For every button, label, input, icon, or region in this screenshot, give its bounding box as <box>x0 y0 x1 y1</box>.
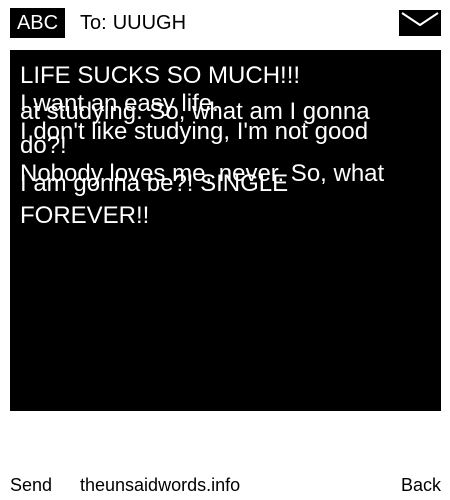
message-line: I don't like studying, I'm not good <box>20 118 369 145</box>
message-body[interactable]: LIFE SUCKS SO MUCH!!! I want an easy lif… <box>10 50 441 411</box>
message-line: I am gonna be?! SINGLE <box>20 170 289 197</box>
back-button[interactable]: Back <box>401 473 441 497</box>
softkey-bar: Send theunsaidwords.info Back <box>0 470 450 500</box>
input-mode-indicator[interactable]: ABC <box>10 8 65 38</box>
send-button[interactable]: Send <box>10 473 52 497</box>
message-line: FOREVER!! <box>20 202 150 229</box>
message-line: do?! <box>20 132 67 159</box>
compose-header: ABC To: UUUGH <box>0 0 450 48</box>
recipient-label: To: <box>80 12 107 34</box>
site-label: theunsaidwords.info <box>80 475 241 495</box>
message-line: LIFE SUCKS SO MUCH!!! <box>20 62 301 89</box>
envelope-icon <box>399 10 441 36</box>
recipient-field[interactable]: To: UUUGH <box>80 9 186 37</box>
recipient-name: UUUGH <box>112 12 187 34</box>
